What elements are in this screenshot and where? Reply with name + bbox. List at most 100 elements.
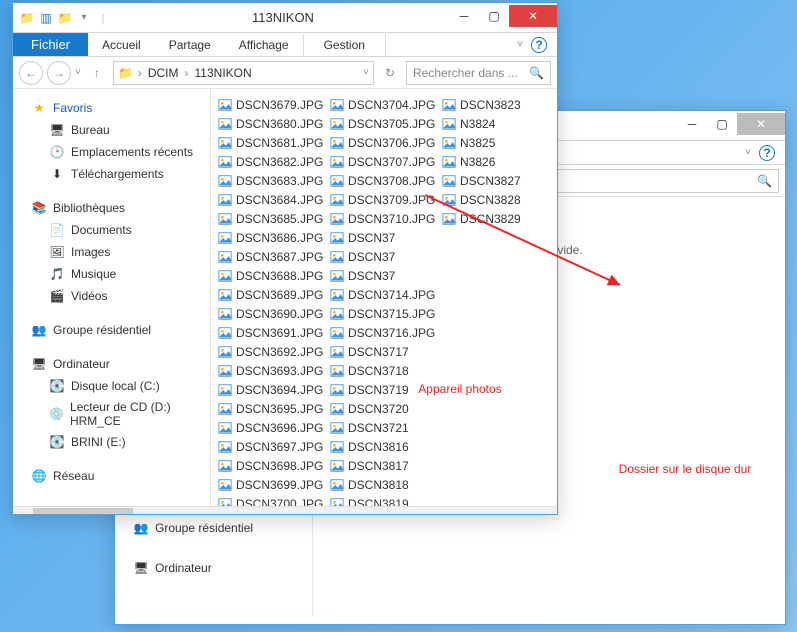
breadcrumb-113nikon[interactable]: 113NIKON <box>193 64 254 82</box>
nav-item-recents[interactable]: 🕑Emplacements récents <box>13 141 210 163</box>
nav-group-computer[interactable]: 🖥Ordinateur <box>13 353 210 375</box>
refresh-button[interactable]: ↻ <box>378 61 402 85</box>
file-item[interactable]: DSCN3696.JPG <box>215 418 327 437</box>
file-item[interactable]: DSCN3685.JPG <box>215 209 327 228</box>
file-name: DSCN3690.JPG <box>236 307 323 321</box>
minimize-button[interactable]: ─ <box>677 113 707 135</box>
file-item[interactable]: DSCN3694.JPG <box>215 380 327 399</box>
horizontal-scrollbar[interactable] <box>13 506 557 514</box>
nav-item-downloads[interactable]: ⬇Téléchargements <box>13 163 210 185</box>
nav-item-images[interactable]: 🖼Images <box>13 241 210 263</box>
chevron-down-icon[interactable]: ˅ <box>745 147 751 158</box>
file-item[interactable]: DSCN3697.JPG <box>215 437 327 456</box>
nav-item-brini-e[interactable]: 💽BRINI (E:) <box>13 431 210 453</box>
file-item[interactable]: DSCN37 <box>327 247 439 266</box>
file-name: DSCN3698.JPG <box>236 459 323 473</box>
new-folder-icon[interactable]: 📁 <box>57 10 73 26</box>
breadcrumb-dcim[interactable]: DCIM <box>146 64 181 82</box>
tab-gestion[interactable]: Gestion <box>303 34 386 56</box>
file-item[interactable]: DSCN3707.JPG <box>327 152 439 171</box>
address-box[interactable]: 📁 › DCIM › 113NIKON ˅ <box>113 61 374 85</box>
file-item[interactable]: DSCN3819 <box>327 494 439 506</box>
file-item[interactable]: DSCN3681.JPG <box>215 133 327 152</box>
file-item[interactable]: DSCN3816 <box>327 437 439 456</box>
up-button[interactable]: ↑ <box>85 61 109 85</box>
file-item[interactable]: DSCN3704.JPG <box>327 95 439 114</box>
file-item[interactable]: DSCN3684.JPG <box>215 190 327 209</box>
file-item[interactable]: DSCN3688.JPG <box>215 266 327 285</box>
file-item[interactable]: DSCN3695.JPG <box>215 399 327 418</box>
file-item[interactable]: DSCN3679.JPG <box>215 95 327 114</box>
file-item[interactable]: DSCN3692.JPG <box>215 342 327 361</box>
file-item[interactable]: DSCN3828 <box>439 190 551 209</box>
nav-item-music[interactable]: 🎵Musique <box>13 263 210 285</box>
file-item[interactable]: DSCN3710.JPG <box>327 209 439 228</box>
file-item[interactable]: DSCN3715.JPG <box>327 304 439 323</box>
file-item[interactable]: DSCN3817 <box>327 456 439 475</box>
qat-dropdown-icon[interactable]: ▾ <box>76 10 92 26</box>
nav-item-disk-c[interactable]: 💽Disque local (C:) <box>13 375 210 397</box>
file-item[interactable]: DSCN3693.JPG <box>215 361 327 380</box>
nav-group-homegroup[interactable]: 👥Groupe résidentiel <box>13 319 210 341</box>
help-icon[interactable]: ? <box>759 145 775 161</box>
nav-group-homegroup[interactable]: 👥 Groupe résidentiel <box>115 517 312 539</box>
minimize-button[interactable]: ─ <box>449 5 479 27</box>
nav-item-bureau[interactable]: 🖥Bureau <box>13 119 210 141</box>
file-item[interactable]: N3824 <box>439 114 551 133</box>
file-item[interactable]: DSCN3682.JPG <box>215 152 327 171</box>
file-item[interactable]: DSCN3700.JPG <box>215 494 327 506</box>
file-item[interactable]: DSCN3706.JPG <box>327 133 439 152</box>
tab-fichier[interactable]: Fichier <box>13 33 88 56</box>
maximize-button[interactable]: ▢ <box>707 113 737 135</box>
tab-accueil[interactable]: Accueil <box>88 34 155 56</box>
properties-icon[interactable]: ▥ <box>38 10 54 26</box>
file-item[interactable]: DSCN3721 <box>327 418 439 437</box>
close-button[interactable]: ✕ <box>509 5 557 27</box>
nav-item-videos[interactable]: 🎬Vidéos <box>13 285 210 307</box>
history-dropdown-icon[interactable]: ˅ <box>75 67 81 78</box>
nav-item-cd-d[interactable]: 💿Lecteur de CD (D:) HRM_CE <box>13 397 210 431</box>
search-box[interactable]: Rechercher dans ... 🔍 <box>406 61 551 85</box>
file-item[interactable]: N3826 <box>439 152 551 171</box>
nav-item-documents[interactable]: 📄Documents <box>13 219 210 241</box>
file-item[interactable]: DSCN3714.JPG <box>327 285 439 304</box>
file-item[interactable]: DSCN3690.JPG <box>215 304 327 323</box>
file-item[interactable]: DSCN3818 <box>327 475 439 494</box>
file-item[interactable]: DSCN3691.JPG <box>215 323 327 342</box>
nav-group-favoris[interactable]: ★ Favoris <box>13 97 210 119</box>
close-button[interactable]: ✕ <box>737 113 785 135</box>
file-name: DSCN3688.JPG <box>236 269 323 283</box>
file-item[interactable]: DSCN3823 <box>439 95 551 114</box>
file-item[interactable]: DSCN3716.JPG <box>327 323 439 342</box>
file-item[interactable]: DSCN37 <box>327 266 439 285</box>
file-item[interactable]: DSCN3687.JPG <box>215 247 327 266</box>
file-item[interactable]: DSCN3717 <box>327 342 439 361</box>
file-item[interactable]: DSCN3827 <box>439 171 551 190</box>
file-item[interactable]: DSCN37 <box>327 228 439 247</box>
file-item[interactable]: DSCN3686.JPG <box>215 228 327 247</box>
file-item[interactable]: DSCN3680.JPG <box>215 114 327 133</box>
file-item[interactable]: DSCN3705.JPG <box>327 114 439 133</box>
tab-affichage[interactable]: Affichage <box>225 34 303 56</box>
file-item[interactable]: DSCN3829 <box>439 209 551 228</box>
help-icon[interactable]: ? <box>531 37 547 53</box>
file-item[interactable]: DSCN3709.JPG <box>327 190 439 209</box>
nav-group-network[interactable]: 🌐Réseau <box>13 465 210 487</box>
file-item[interactable]: DSCN3689.JPG <box>215 285 327 304</box>
forward-button[interactable]: → <box>47 61 71 85</box>
file-item[interactable]: DSCN3720 <box>327 399 439 418</box>
chevron-down-icon[interactable]: ˅ <box>517 39 523 50</box>
file-item[interactable]: DSCN3708.JPG <box>327 171 439 190</box>
nav-group-computer[interactable]: 🖥 Ordinateur <box>115 557 312 579</box>
file-item[interactable]: N3825 <box>439 133 551 152</box>
address-dropdown-icon[interactable]: ˅ <box>363 67 369 78</box>
search-icon: 🔍 <box>757 174 772 188</box>
maximize-button[interactable]: ▢ <box>479 5 509 27</box>
file-item[interactable]: DSCN3698.JPG <box>215 456 327 475</box>
file-item[interactable]: DSCN3683.JPG <box>215 171 327 190</box>
nav-group-libraries[interactable]: 📚Bibliothèques <box>13 197 210 219</box>
tab-partage[interactable]: Partage <box>155 34 225 56</box>
back-button[interactable]: ← <box>19 61 43 85</box>
file-name: DSCN3720 <box>348 402 409 416</box>
file-item[interactable]: DSCN3699.JPG <box>215 475 327 494</box>
